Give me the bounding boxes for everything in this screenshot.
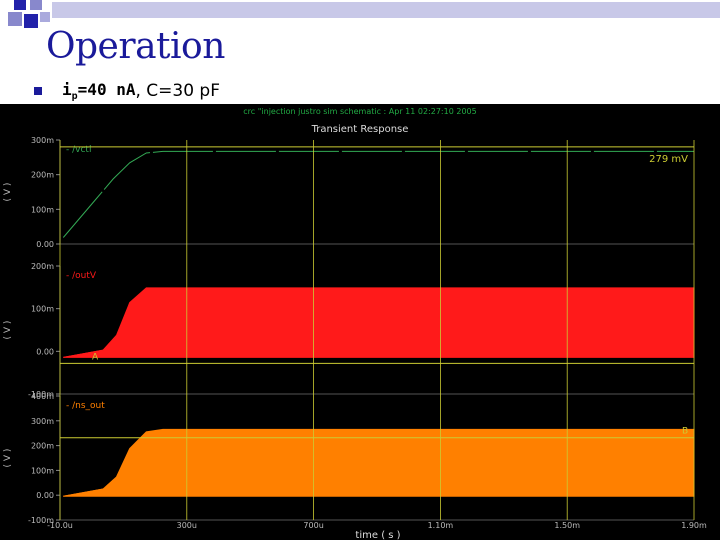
transient-plot: crc "injection justro sim schematic : Ap… [0,104,720,541]
square-bullet-icon [34,87,42,95]
y-axis-label: ( V ) [3,183,13,202]
slide-title: Operation [46,26,225,67]
plot-info-line: crc "injection justro sim schematic : Ap… [243,107,476,116]
x-tick-label: 1.90m [681,521,707,530]
x-tick-label: -10.0u [47,521,73,530]
x-tick-label: 1.10m [428,521,454,530]
marker-label: B [682,427,688,437]
x-tick-label: 700u [303,521,323,530]
y-tick-label: 0.00 [36,491,54,500]
x-tick-label: 1.50m [554,521,580,530]
x-tick-label: 300u [177,521,197,530]
y-tick-label: 200m [31,171,54,180]
marker-value-label: 279 mV [649,154,688,165]
panel-1: 300m200m100m0.00( V )- /vctl279 mV [3,136,694,249]
y-tick-label: 100m [31,205,54,214]
bullet-i: i [62,79,72,99]
y-tick-label: 400m [31,392,54,401]
y-tick-label: 300m [31,417,54,426]
y-tick-label: 200m [31,262,54,271]
transient-plot-svg: crc "injection justro sim schematic : Ap… [3,107,707,541]
bullet-item: ip=40 nA, C=30 pF [34,80,220,102]
y-tick-label: 100m [31,466,54,475]
y-tick-label: 300m [31,136,54,145]
series-line [62,150,694,238]
series-envelope [63,287,695,358]
panel-2: 200m100m0.00-100m( V )- /outVA [3,262,695,399]
y-axis-label: ( V ) [3,449,13,468]
y-tick-label: 0.00 [36,347,54,356]
plot-title: Transient Response [311,124,409,135]
marker-label: A [92,352,99,362]
x-axis-label: time ( s ) [355,530,400,540]
series-envelope [63,428,695,497]
y-tick-label: 0.00 [36,240,54,249]
series-name: - /ns_out [66,401,105,411]
bullet-capacitance: , C=30 pF [135,81,220,101]
bullet-i-value: =40 nA [77,79,136,99]
y-tick-label: 200m [31,442,54,451]
y-tick-label: 100m [31,305,54,314]
panel-3: 400m300m200m100m0.00-100m( V )- /ns_outB [3,392,695,525]
bullet-ip-label: ip=40 nA [62,80,135,102]
y-axis-label: ( V ) [3,321,13,340]
series-name: - /outV [66,271,97,281]
